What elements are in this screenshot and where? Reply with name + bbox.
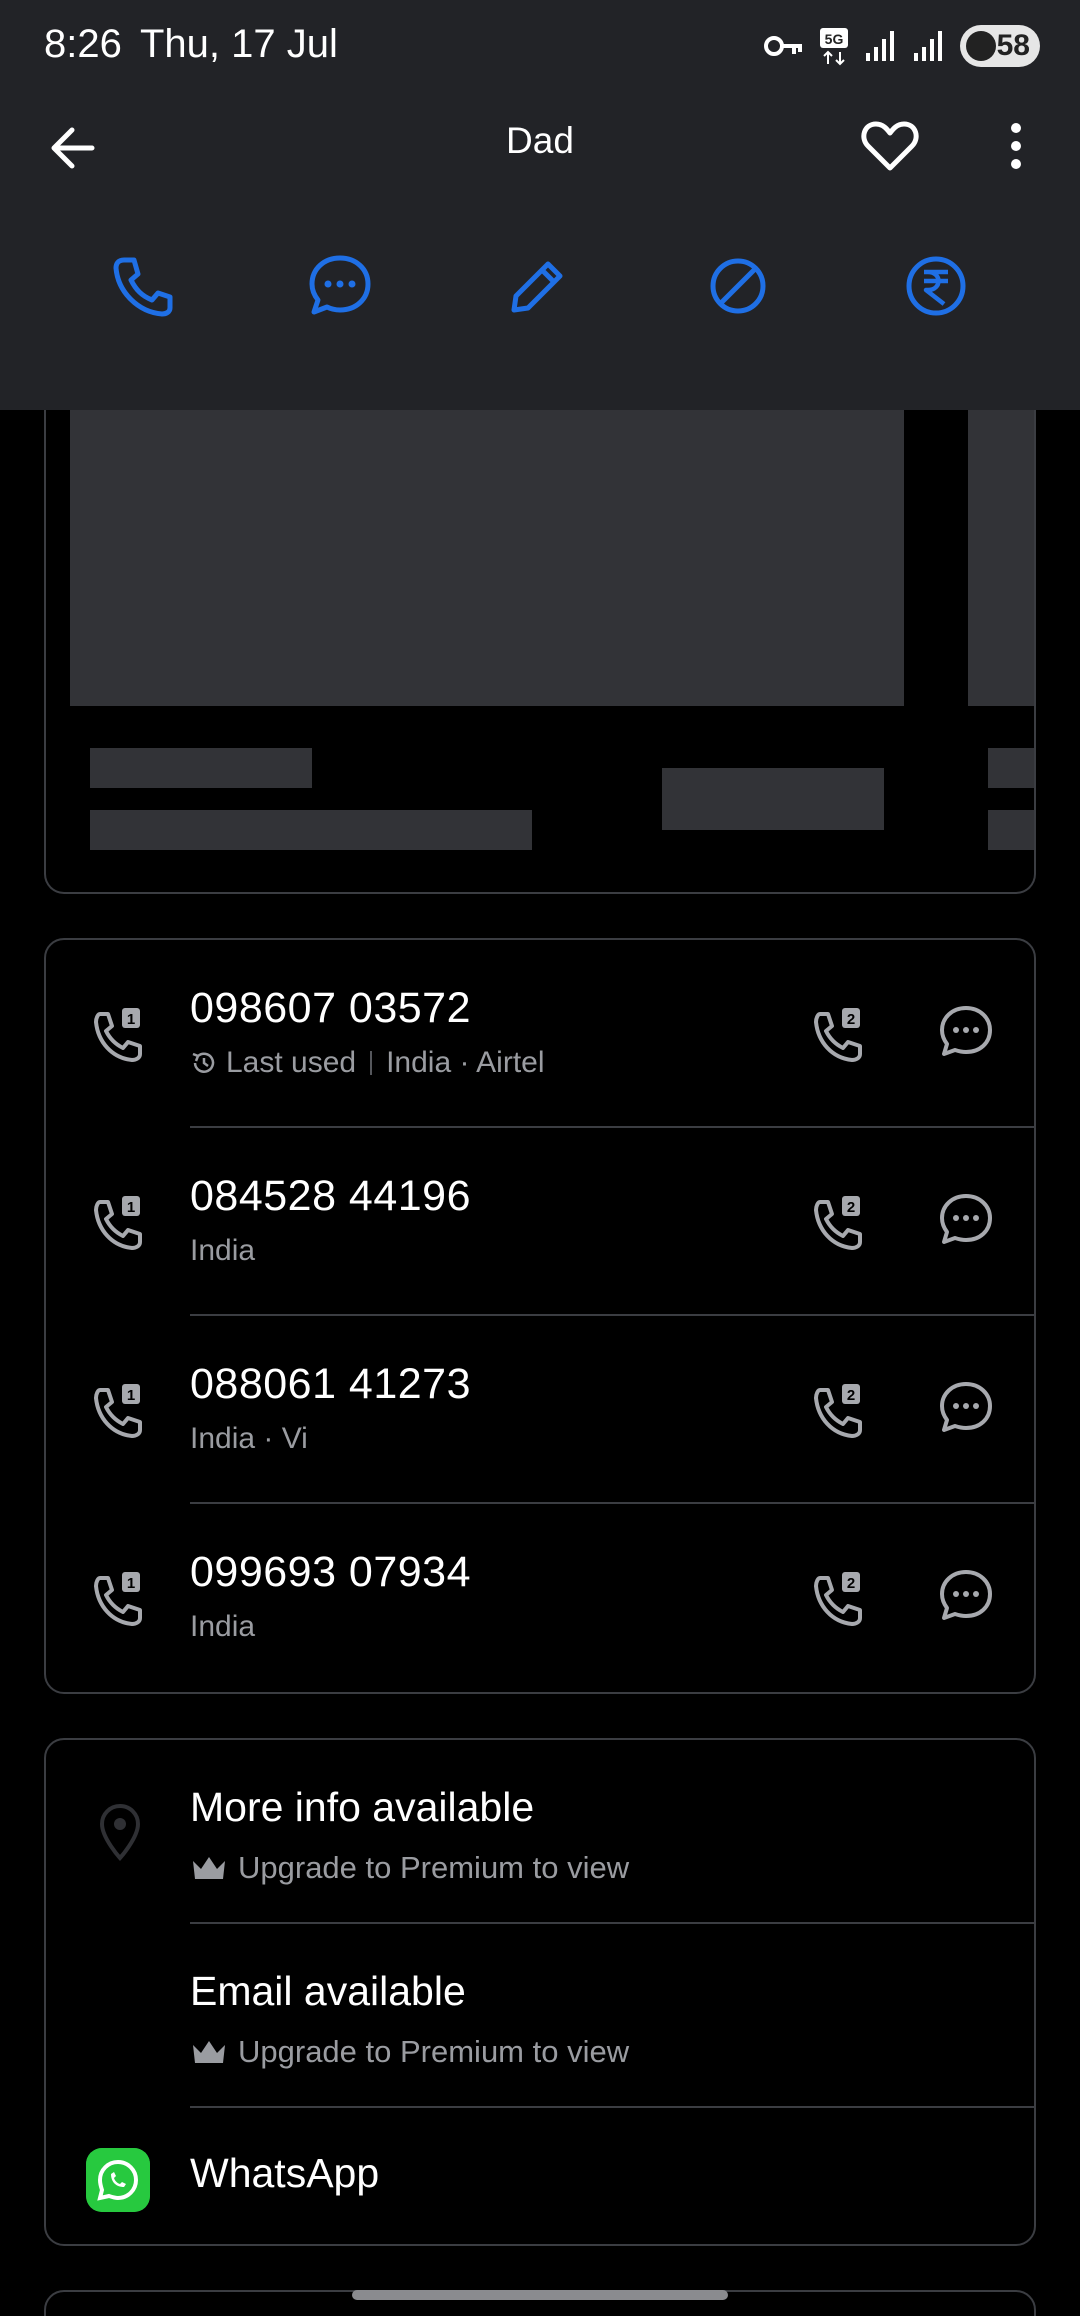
whatsapp-row[interactable]: WhatsApp — [46, 2108, 1034, 2244]
carrier-label: India · Airtel — [386, 1046, 545, 1079]
signal-sim1-icon — [866, 31, 894, 61]
call-sim2-icon[interactable]: 2 — [806, 1566, 870, 1630]
call-sim2-icon[interactable]: 2 — [806, 1002, 870, 1066]
placeholder-banner-next — [968, 410, 1034, 706]
phone-number-row[interactable]: 1 084528 44196 India 2 — [46, 1128, 1034, 1316]
phone-number-row[interactable]: 1 098607 03572 Last used India · Airtel … — [46, 940, 1034, 1128]
svg-text:1: 1 — [127, 1011, 135, 1028]
status-time: 8:26 — [44, 22, 122, 66]
placeholder-line — [988, 810, 1034, 850]
placeholder-line — [988, 748, 1034, 788]
message-icon[interactable] — [936, 1378, 996, 1438]
signal-sim2-icon — [914, 31, 942, 61]
heart-icon[interactable] — [858, 114, 922, 178]
loading-placeholder-card — [44, 410, 1036, 894]
phone-number: 098607 03572 — [190, 984, 472, 1032]
network-5g-icon: 5G — [820, 28, 848, 66]
svg-text:1: 1 — [127, 1387, 135, 1404]
rupee-icon[interactable] — [900, 250, 972, 322]
battery-saver-icon — [966, 31, 996, 61]
email-row[interactable]: Email available Upgrade to Premium to vi… — [46, 1924, 1034, 2108]
location-pin-icon — [99, 1803, 141, 1861]
premium-hint-text: Upgrade to Premium to view — [238, 1850, 630, 1885]
call-sim2-icon[interactable]: 2 — [806, 1190, 870, 1254]
svg-text:1: 1 — [127, 1199, 135, 1216]
quick-actions — [0, 250, 1080, 340]
chat-bubble-icon[interactable] — [304, 250, 376, 322]
more-info-row[interactable]: More info available Upgrade to Premium t… — [46, 1740, 1034, 1924]
call-sim1-icon[interactable]: 1 — [86, 1002, 150, 1066]
phone-icon[interactable] — [106, 250, 178, 322]
placeholder-line — [90, 748, 312, 788]
vpn-key-icon — [764, 36, 802, 56]
contact-info-card: More info available Upgrade to Premium t… — [44, 1738, 1036, 2246]
message-icon[interactable] — [936, 1002, 996, 1062]
status-date: Thu, 17 Jul — [140, 22, 338, 66]
battery-indicator: 58 — [960, 25, 1040, 67]
phone-number: 088061 41273 — [190, 1360, 472, 1408]
placeholder-line — [90, 810, 532, 850]
battery-level: 58 — [996, 29, 1030, 62]
carrier-label: India — [190, 1234, 256, 1267]
history-icon — [192, 1052, 215, 1073]
svg-text:2: 2 — [847, 1575, 855, 1592]
more-vert-icon[interactable] — [996, 114, 1036, 178]
phone-number: 084528 44196 — [190, 1172, 472, 1220]
svg-text:2: 2 — [847, 1011, 855, 1028]
phone-number-details: India · Vi — [190, 1422, 308, 1456]
more-info-title: More info available — [190, 1784, 535, 1830]
phone-numbers-card: 1 098607 03572 Last used India · Airtel … — [44, 938, 1036, 1694]
message-icon[interactable] — [936, 1566, 996, 1626]
phone-number: 099693 07934 — [190, 1548, 472, 1596]
pencil-icon[interactable] — [502, 250, 574, 322]
svg-text:5G: 5G — [825, 31, 844, 47]
crown-icon — [193, 1857, 225, 1879]
phone-number-details: India — [190, 1610, 255, 1644]
call-sim1-icon[interactable]: 1 — [86, 1190, 150, 1254]
phone-number-details: Last used India · Airtel — [190, 1046, 545, 1080]
svg-text:1: 1 — [127, 1575, 135, 1592]
carrier-label: India · Vi — [190, 1422, 308, 1455]
phone-number-details: India — [190, 1234, 255, 1268]
phone-number-row[interactable]: 1 088061 41273 India · Vi 2 — [46, 1316, 1034, 1504]
premium-hint-text: Upgrade to Premium to view — [238, 2034, 630, 2069]
crown-icon — [193, 2041, 225, 2063]
whatsapp-icon — [86, 2148, 150, 2212]
call-sim2-icon[interactable]: 2 — [806, 1378, 870, 1442]
status-bar: 8:26 Thu, 17 Jul 5G 58 — [0, 0, 1080, 90]
message-icon[interactable] — [936, 1190, 996, 1250]
whatsapp-label: WhatsApp — [190, 2150, 380, 2196]
call-sim1-icon[interactable]: 1 — [86, 1566, 150, 1630]
carrier-label: India — [190, 1610, 256, 1643]
top-bar: 8:26 Thu, 17 Jul 5G 58 Dad — [0, 0, 1080, 410]
status-icons: 5G 58 — [764, 24, 1040, 68]
placeholder-banner — [70, 410, 904, 706]
gesture-bar[interactable] — [352, 2290, 728, 2300]
email-title: Email available — [190, 1968, 466, 2014]
app-bar: Dad — [0, 100, 1080, 196]
block-icon[interactable] — [702, 250, 774, 322]
svg-text:2: 2 — [847, 1387, 855, 1404]
premium-hint: Upgrade to Premium to view — [190, 2034, 629, 2070]
last-used-label: Last used — [226, 1046, 357, 1079]
call-sim1-icon[interactable]: 1 — [86, 1378, 150, 1442]
phone-number-row[interactable]: 1 099693 07934 India 2 — [46, 1504, 1034, 1692]
placeholder-button — [662, 768, 884, 830]
divider — [370, 1051, 373, 1075]
svg-text:2: 2 — [847, 1199, 855, 1216]
premium-hint: Upgrade to Premium to view — [190, 1850, 629, 1886]
